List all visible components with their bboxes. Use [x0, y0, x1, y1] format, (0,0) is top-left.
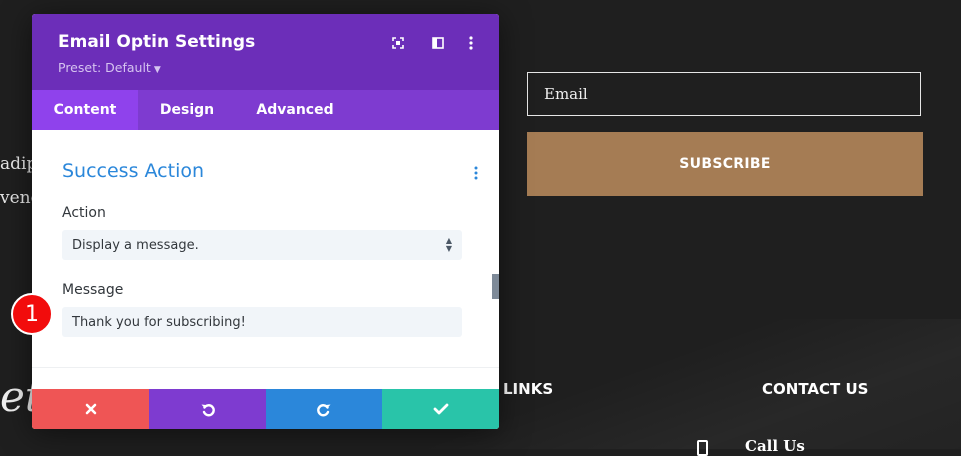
expand-icon[interactable] [391, 36, 405, 50]
scrollbar-thumb[interactable] [492, 274, 499, 299]
phone-icon [697, 440, 708, 456]
action-label: Action [62, 205, 106, 221]
modal-title: Email Optin Settings [58, 32, 256, 52]
email-field[interactable]: Email [527, 72, 921, 116]
close-icon [85, 403, 96, 415]
modal-content: Success Action Action Display a message.… [32, 130, 499, 389]
footer-contact-heading: CONTACT US [762, 380, 869, 398]
preset-dropdown[interactable]: Preset: Default ▼ [58, 60, 161, 75]
message-label: Message [62, 282, 124, 298]
message-value: Thank you for subscribing! [72, 314, 246, 330]
subscribe-button[interactable]: SUBSCRIBE [527, 132, 923, 196]
modal-header: Email Optin Settings Preset: Default ▼ [32, 14, 499, 90]
tab-advanced[interactable]: Advanced [236, 90, 354, 130]
cancel-button[interactable] [32, 389, 149, 429]
modal-tabs: Content Design Advanced [32, 90, 499, 130]
message-field[interactable]: Thank you for subscribing! [62, 307, 462, 337]
step-badge: 1 [11, 293, 53, 335]
divider [32, 367, 499, 368]
tab-content[interactable]: Content [32, 90, 138, 130]
checkmark-icon [433, 403, 448, 415]
split-view-icon[interactable] [431, 36, 445, 50]
select-arrows-icon: ▲ ▼ [445, 236, 452, 253]
call-us-text: Call Us [745, 437, 805, 455]
preset-label: Preset: Default [58, 60, 151, 75]
section-title[interactable]: Success Action [62, 160, 204, 182]
more-vertical-icon[interactable] [464, 36, 478, 50]
tab-design[interactable]: Design [138, 90, 236, 130]
action-select[interactable]: Display a message. ▲ ▼ [62, 230, 462, 260]
undo-button[interactable] [149, 389, 266, 429]
caret-down-icon: ▼ [153, 65, 161, 75]
redo-button[interactable] [266, 389, 382, 429]
modal-footer [32, 389, 499, 429]
email-placeholder: Email [544, 85, 588, 103]
footer-links-heading: LINKS [503, 380, 554, 398]
settings-modal: Email Optin Settings Preset: Default ▼ C… [32, 14, 499, 429]
redo-icon [317, 404, 331, 417]
action-select-value: Display a message. [72, 237, 199, 253]
save-button[interactable] [382, 389, 499, 429]
undo-icon [201, 404, 215, 417]
section-menu-icon[interactable] [473, 165, 479, 181]
